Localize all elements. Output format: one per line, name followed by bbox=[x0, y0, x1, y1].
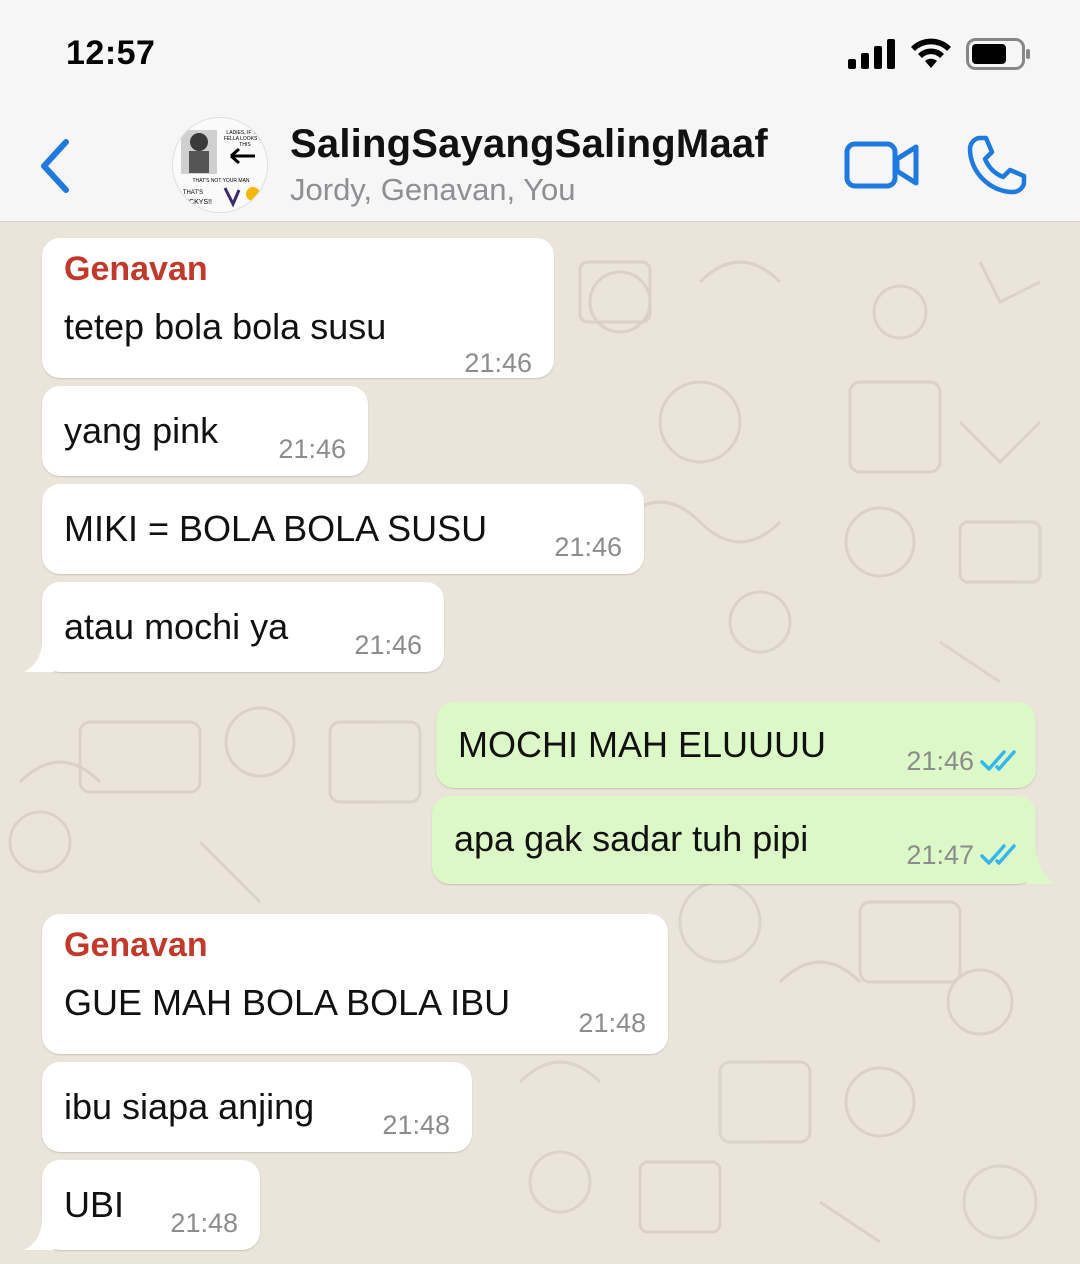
phone-icon[interactable] bbox=[966, 134, 1028, 196]
message-time: 21:46 bbox=[354, 630, 422, 660]
message-time: 21:47 bbox=[906, 840, 974, 870]
wifi-icon bbox=[911, 38, 951, 68]
back-chevron-icon[interactable] bbox=[36, 136, 76, 196]
status-icons bbox=[848, 36, 1032, 72]
message-text: atau mochi ya bbox=[64, 606, 289, 647]
message-bubble-incoming[interactable]: Genavan GUE MAH BOLA BOLA IBU 21:48 bbox=[42, 914, 668, 1054]
signal-icon bbox=[848, 39, 895, 69]
message-bubble-incoming[interactable]: UBI 21:48 bbox=[42, 1160, 260, 1250]
message-time: 21:46 bbox=[906, 746, 974, 776]
sender-name[interactable]: Genavan bbox=[64, 250, 208, 289]
bubble-tail bbox=[24, 1212, 54, 1250]
message-text: MOCHI MAH ELUUUU bbox=[458, 724, 827, 765]
video-call-icon[interactable] bbox=[844, 140, 920, 190]
message-text: yang pink bbox=[64, 410, 219, 451]
message-text: UBI bbox=[64, 1184, 125, 1225]
status-bar: 12:57 bbox=[0, 0, 1080, 100]
avatar-text-5: THAT'S bbox=[183, 190, 203, 196]
bubble-tail bbox=[24, 634, 54, 672]
message-time: 21:48 bbox=[382, 1110, 450, 1140]
message-text: ibu siapa anjing bbox=[64, 1086, 315, 1127]
message-bubble-incoming[interactable]: MIKI = BOLA BOLA SUSU 21:46 bbox=[42, 484, 644, 574]
message-list[interactable]: Genavan tetep bola bola susu 21:46 yang … bbox=[0, 222, 1080, 1264]
battery-icon bbox=[966, 38, 1030, 70]
message-time: 21:48 bbox=[578, 1008, 646, 1038]
avatar-text-4: THAT'S NOT YOUR MAN bbox=[192, 178, 249, 184]
message-time: 21:46 bbox=[554, 532, 622, 562]
message-bubble-incoming[interactable]: yang pink 21:46 bbox=[42, 386, 368, 476]
status-time: 12:57 bbox=[66, 34, 156, 72]
double-check-icon bbox=[980, 750, 1016, 771]
avatar-image: LADIES, IF YOU FELLA LOOKS LIK THIS THAT… bbox=[173, 118, 267, 212]
message-time: 21:48 bbox=[170, 1208, 238, 1238]
message-text: apa gak sadar tuh pipi bbox=[454, 818, 809, 859]
message-time: 21:46 bbox=[278, 434, 346, 464]
group-avatar[interactable]: LADIES, IF YOU FELLA LOOKS LIK THIS THAT… bbox=[172, 117, 268, 213]
double-check-icon bbox=[980, 844, 1016, 865]
message-bubble-outgoing[interactable]: MOCHI MAH ELUUUU 21:46 bbox=[436, 702, 1036, 788]
message-text: tetep bola bola susu bbox=[64, 306, 387, 347]
chat-header: LADIES, IF YOU FELLA LOOKS LIK THIS THAT… bbox=[0, 100, 1080, 222]
message-bubble-outgoing[interactable]: apa gak sadar tuh pipi 21:47 bbox=[432, 796, 1036, 884]
message-bubble-incoming[interactable]: atau mochi ya 21:46 bbox=[42, 582, 444, 672]
message-time: 21:46 bbox=[464, 348, 532, 378]
message-bubble-incoming[interactable]: Genavan tetep bola bola susu 21:46 bbox=[42, 238, 554, 378]
avatar-text-3: THIS bbox=[239, 142, 251, 148]
message-text: GUE MAH BOLA BOLA IBU bbox=[64, 982, 511, 1023]
message-text: MIKI = BOLA BOLA SUSU bbox=[64, 508, 488, 549]
sender-name[interactable]: Genavan bbox=[64, 926, 208, 965]
avatar-text-6: NICKYS!! bbox=[182, 199, 212, 206]
bubble-tail bbox=[1026, 846, 1056, 884]
chat-title[interactable]: SalingSayangSalingMaaf bbox=[290, 122, 768, 167]
message-bubble-incoming[interactable]: ibu siapa anjing 21:48 bbox=[42, 1062, 472, 1152]
chat-participants[interactable]: Jordy, Genavan, You bbox=[290, 172, 576, 208]
